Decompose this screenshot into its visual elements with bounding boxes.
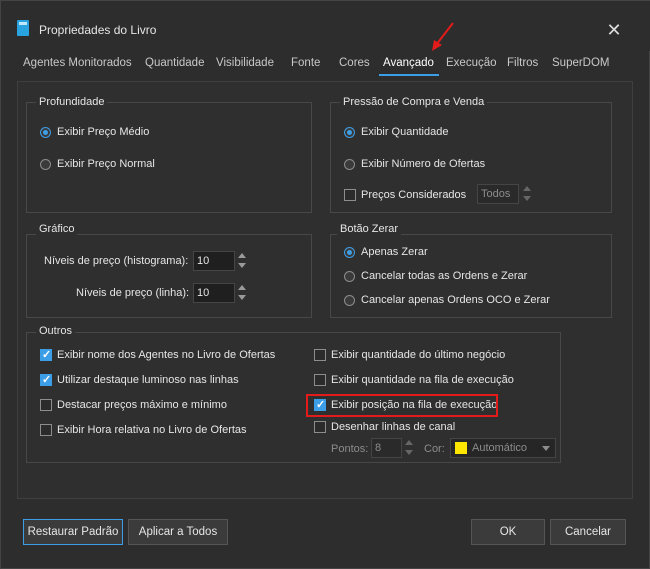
label-quantidade-fila: Exibir quantidade na fila de execução — [331, 374, 514, 386]
restore-defaults-button[interactable]: Restaurar Padrão — [23, 519, 123, 545]
label-niveis-histograma: Níveis de preço (histograma): — [44, 255, 189, 267]
spin-up-icon — [238, 285, 246, 290]
group-title-zerar: Botão Zerar — [337, 223, 402, 235]
label-exibir-quantidade: Exibir Quantidade — [361, 126, 449, 138]
ok-button[interactable]: OK — [471, 519, 545, 545]
group-title-outros: Outros — [36, 325, 76, 337]
close-button[interactable]: ✕ — [605, 21, 623, 39]
title-bar: Propriedades do Livro ✕ — [1, 1, 650, 51]
cor-dropdown[interactable]: Automático — [450, 438, 556, 458]
checkbox-precos-considerados[interactable] — [344, 189, 356, 201]
radio-preco-normal[interactable] — [40, 159, 51, 170]
group-title-grafico: Gráfico — [36, 223, 78, 235]
book-icon — [17, 20, 29, 36]
annotation-arrow-icon — [432, 22, 454, 51]
radio-cancelar-todas[interactable] — [344, 271, 355, 282]
niveis-linha-spinner[interactable] — [238, 283, 248, 303]
label-niveis-linha: Níveis de preço (linha): — [76, 287, 190, 299]
radio-exibir-quantidade[interactable] — [344, 127, 355, 138]
precos-considerados-input[interactable]: Todos — [477, 184, 519, 204]
label-destaque-luminoso: Utilizar destaque luminoso nas linhas — [57, 374, 239, 386]
spin-up-icon — [523, 186, 531, 191]
tab-fonte[interactable]: Fonte — [291, 57, 320, 69]
niveis-histograma-spinner[interactable] — [238, 251, 248, 271]
tab-quantidade[interactable]: Quantidade — [145, 57, 204, 69]
window-title: Propriedades do Livro — [39, 23, 157, 37]
spin-down-icon — [523, 196, 531, 201]
apply-all-button[interactable]: Aplicar a Todos — [128, 519, 228, 545]
checkbox-destaque-luminoso[interactable] — [40, 373, 52, 386]
spin-up-icon — [238, 253, 246, 258]
label-apenas-zerar: Apenas Zerar — [361, 246, 428, 258]
spin-down-icon — [238, 263, 246, 268]
checkbox-quantidade-ultimo-negocio[interactable] — [314, 349, 326, 361]
radio-preco-medio[interactable] — [40, 127, 51, 138]
tab-visibilidade[interactable]: Visibilidade — [216, 57, 274, 69]
label-preco-normal: Exibir Preço Normal — [57, 158, 155, 170]
checkbox-hora-relativa[interactable] — [40, 424, 52, 436]
chevron-down-icon — [542, 446, 550, 451]
label-preco-medio: Exibir Preço Médio — [57, 126, 150, 138]
label-pontos: Pontos: — [331, 443, 369, 455]
checkbox-nome-agentes[interactable] — [40, 348, 52, 361]
tab-execucao[interactable]: Execução — [446, 57, 497, 69]
niveis-linha-input[interactable]: 10 — [193, 283, 235, 303]
tab-filtros[interactable]: Filtros — [507, 57, 538, 69]
label-nome-agentes: Exibir nome dos Agentes no Livro de Ofer… — [57, 349, 276, 361]
cor-dropdown-value: Automático — [472, 442, 528, 454]
checkbox-quantidade-fila[interactable] — [314, 374, 326, 386]
group-grafico — [26, 234, 312, 318]
active-tab-indicator — [379, 74, 439, 76]
cancel-button[interactable]: Cancelar — [550, 519, 626, 545]
radio-apenas-zerar[interactable] — [344, 247, 355, 258]
niveis-histograma-input[interactable]: 10 — [193, 251, 235, 271]
label-precos-max-min: Destacar preços máximo e mínimo — [57, 399, 227, 411]
group-title-profundidade: Profundidade — [36, 96, 108, 108]
spin-down-icon — [238, 295, 246, 300]
tab-superdom[interactable]: SuperDOM — [552, 57, 610, 69]
radio-numero-ofertas[interactable] — [344, 159, 355, 170]
checkbox-precos-max-min[interactable] — [40, 399, 52, 411]
color-swatch — [455, 442, 467, 454]
tab-cores[interactable]: Cores — [339, 57, 370, 69]
label-precos-considerados: Preços Considerados — [361, 189, 467, 201]
label-hora-relativa: Exibir Hora relativa no Livro de Ofertas — [57, 424, 247, 436]
spin-down-icon — [405, 450, 413, 455]
radio-cancelar-oco[interactable] — [344, 295, 355, 306]
properties-dialog: Propriedades do Livro ✕ Agentes Monitora… — [0, 0, 650, 569]
label-quantidade-ultimo-negocio: Exibir quantidade do último negócio — [331, 349, 506, 361]
precos-considerados-spinner[interactable] — [523, 184, 533, 204]
label-cancelar-oco: Cancelar apenas Ordens OCO e Zerar — [361, 294, 550, 306]
tab-agentes[interactable]: Agentes Monitorados — [23, 57, 132, 69]
annotation-highlight-box — [306, 394, 498, 417]
pontos-input[interactable]: 8 — [371, 438, 402, 458]
spin-up-icon — [405, 440, 413, 445]
label-cor: Cor: — [424, 443, 445, 455]
label-numero-ofertas: Exibir Número de Ofertas — [361, 158, 486, 170]
label-linhas-canal: Desenhar linhas de canal — [331, 421, 456, 433]
tab-avancado[interactable]: Avançado — [383, 57, 434, 69]
pontos-spinner[interactable] — [405, 438, 415, 458]
checkbox-linhas-canal[interactable] — [314, 421, 326, 433]
group-title-pressao: Pressão de Compra e Venda — [340, 96, 488, 108]
label-cancelar-todas: Cancelar todas as Ordens e Zerar — [361, 270, 528, 282]
